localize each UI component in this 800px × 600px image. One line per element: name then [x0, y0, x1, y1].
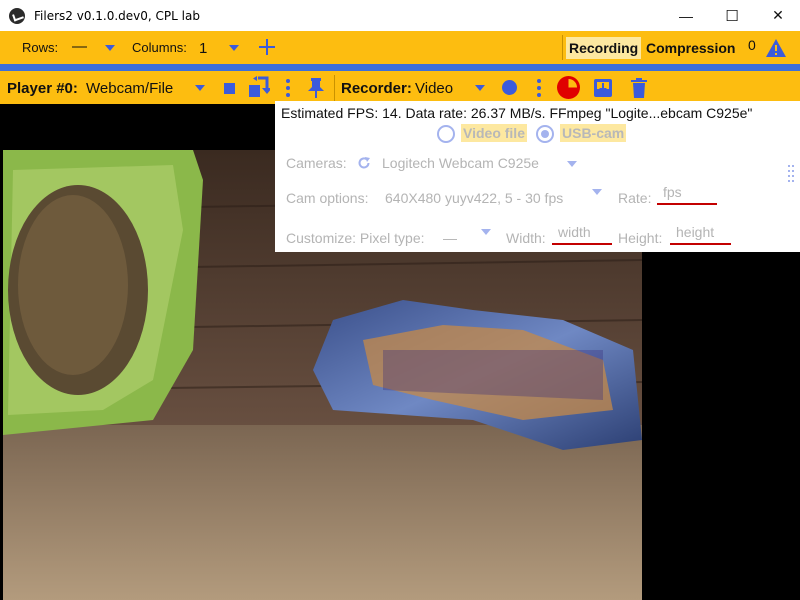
chevron-down-icon[interactable] [481, 229, 491, 235]
chevron-down-icon[interactable] [195, 85, 205, 91]
more-vert-icon[interactable] [286, 79, 290, 97]
save-icon[interactable] [593, 78, 613, 98]
usb-cam-label[interactable]: USB-cam [560, 124, 627, 142]
video-file-label[interactable]: Video file [461, 124, 527, 142]
width-label: Width: [506, 230, 546, 246]
layout-toolbar: Rows: — Columns: 1 Recording Compression… [0, 31, 800, 64]
maximize-button[interactable]: ☐ [709, 0, 755, 31]
chevron-down-icon[interactable] [475, 85, 485, 91]
recorder-label: Recorder: [341, 80, 412, 97]
chevron-down-icon[interactable] [567, 161, 577, 167]
rows-label: Rows: [22, 40, 59, 55]
status-text: Estimated FPS: 14. Data rate: 26.37 MB/s… [281, 105, 753, 121]
drag-handle-icon[interactable] [787, 165, 795, 185]
height-label: Height: [618, 230, 663, 246]
pin-icon[interactable] [307, 77, 325, 99]
title-bar: Filers2 v0.1.0.dev0, CPL lab — ☐ ✕ [0, 0, 800, 31]
warning-count: 0 [748, 37, 756, 53]
tab-recording[interactable]: Recording [566, 37, 642, 59]
pixel-type-label: Customize: Pixel type: [286, 230, 425, 246]
columns-select[interactable]: 1 [199, 40, 207, 57]
record-icon[interactable] [502, 80, 517, 95]
minimize-button[interactable]: — [663, 0, 709, 31]
video-file-radio[interactable] [437, 125, 455, 143]
refresh-icon[interactable] [357, 156, 371, 170]
swap-icon[interactable] [248, 76, 270, 98]
warning-icon[interactable] [765, 38, 787, 58]
usb-cam-radio[interactable] [536, 125, 554, 143]
trash-icon[interactable] [631, 78, 647, 98]
player-label: Player #0: [7, 80, 78, 97]
cam-options-label: Cam options: [286, 190, 369, 206]
recorder-settings-panel: Estimated FPS: 14. Data rate: 26.37 MB/s… [275, 101, 800, 252]
window-title: Filers2 v0.1.0.dev0, CPL lab [34, 8, 200, 23]
recording-status-icon[interactable] [556, 75, 581, 100]
chevron-down-icon[interactable] [592, 189, 602, 195]
close-button[interactable]: ✕ [755, 0, 800, 31]
divider-strip [0, 64, 800, 71]
divider [334, 75, 335, 101]
recorder-type-select[interactable]: Video [415, 80, 453, 97]
more-vert-icon[interactable] [537, 79, 541, 97]
player-toolbar: Player #0: Webcam/File Recorder: Video [0, 71, 800, 104]
app-logo-icon [9, 7, 25, 24]
player-source-select[interactable]: Webcam/File [86, 80, 173, 97]
cameras-label: Cameras: [286, 155, 347, 171]
width-input[interactable]: width [552, 224, 612, 245]
columns-label: Columns: [132, 40, 187, 55]
rate-label: Rate: [618, 190, 652, 206]
rows-select[interactable]: — [72, 38, 87, 55]
camera-select[interactable]: Logitech Webcam C925e [382, 155, 539, 171]
tab-compression[interactable]: Compression [646, 37, 735, 59]
cam-options-select[interactable]: 640X480 yuyv422, 5 - 30 fps [385, 190, 563, 206]
app-window: Filers2 v0.1.0.dev0, CPL lab — ☐ ✕ Rows:… [0, 0, 800, 600]
chevron-down-icon[interactable] [229, 45, 239, 51]
divider [562, 35, 563, 60]
rate-input[interactable]: fps [657, 184, 717, 205]
stop-icon[interactable] [224, 83, 235, 94]
chevron-down-icon[interactable] [105, 45, 115, 51]
pixel-type-select[interactable]: — [443, 230, 457, 246]
height-input[interactable]: height [670, 224, 731, 245]
plus-icon[interactable] [259, 39, 275, 55]
